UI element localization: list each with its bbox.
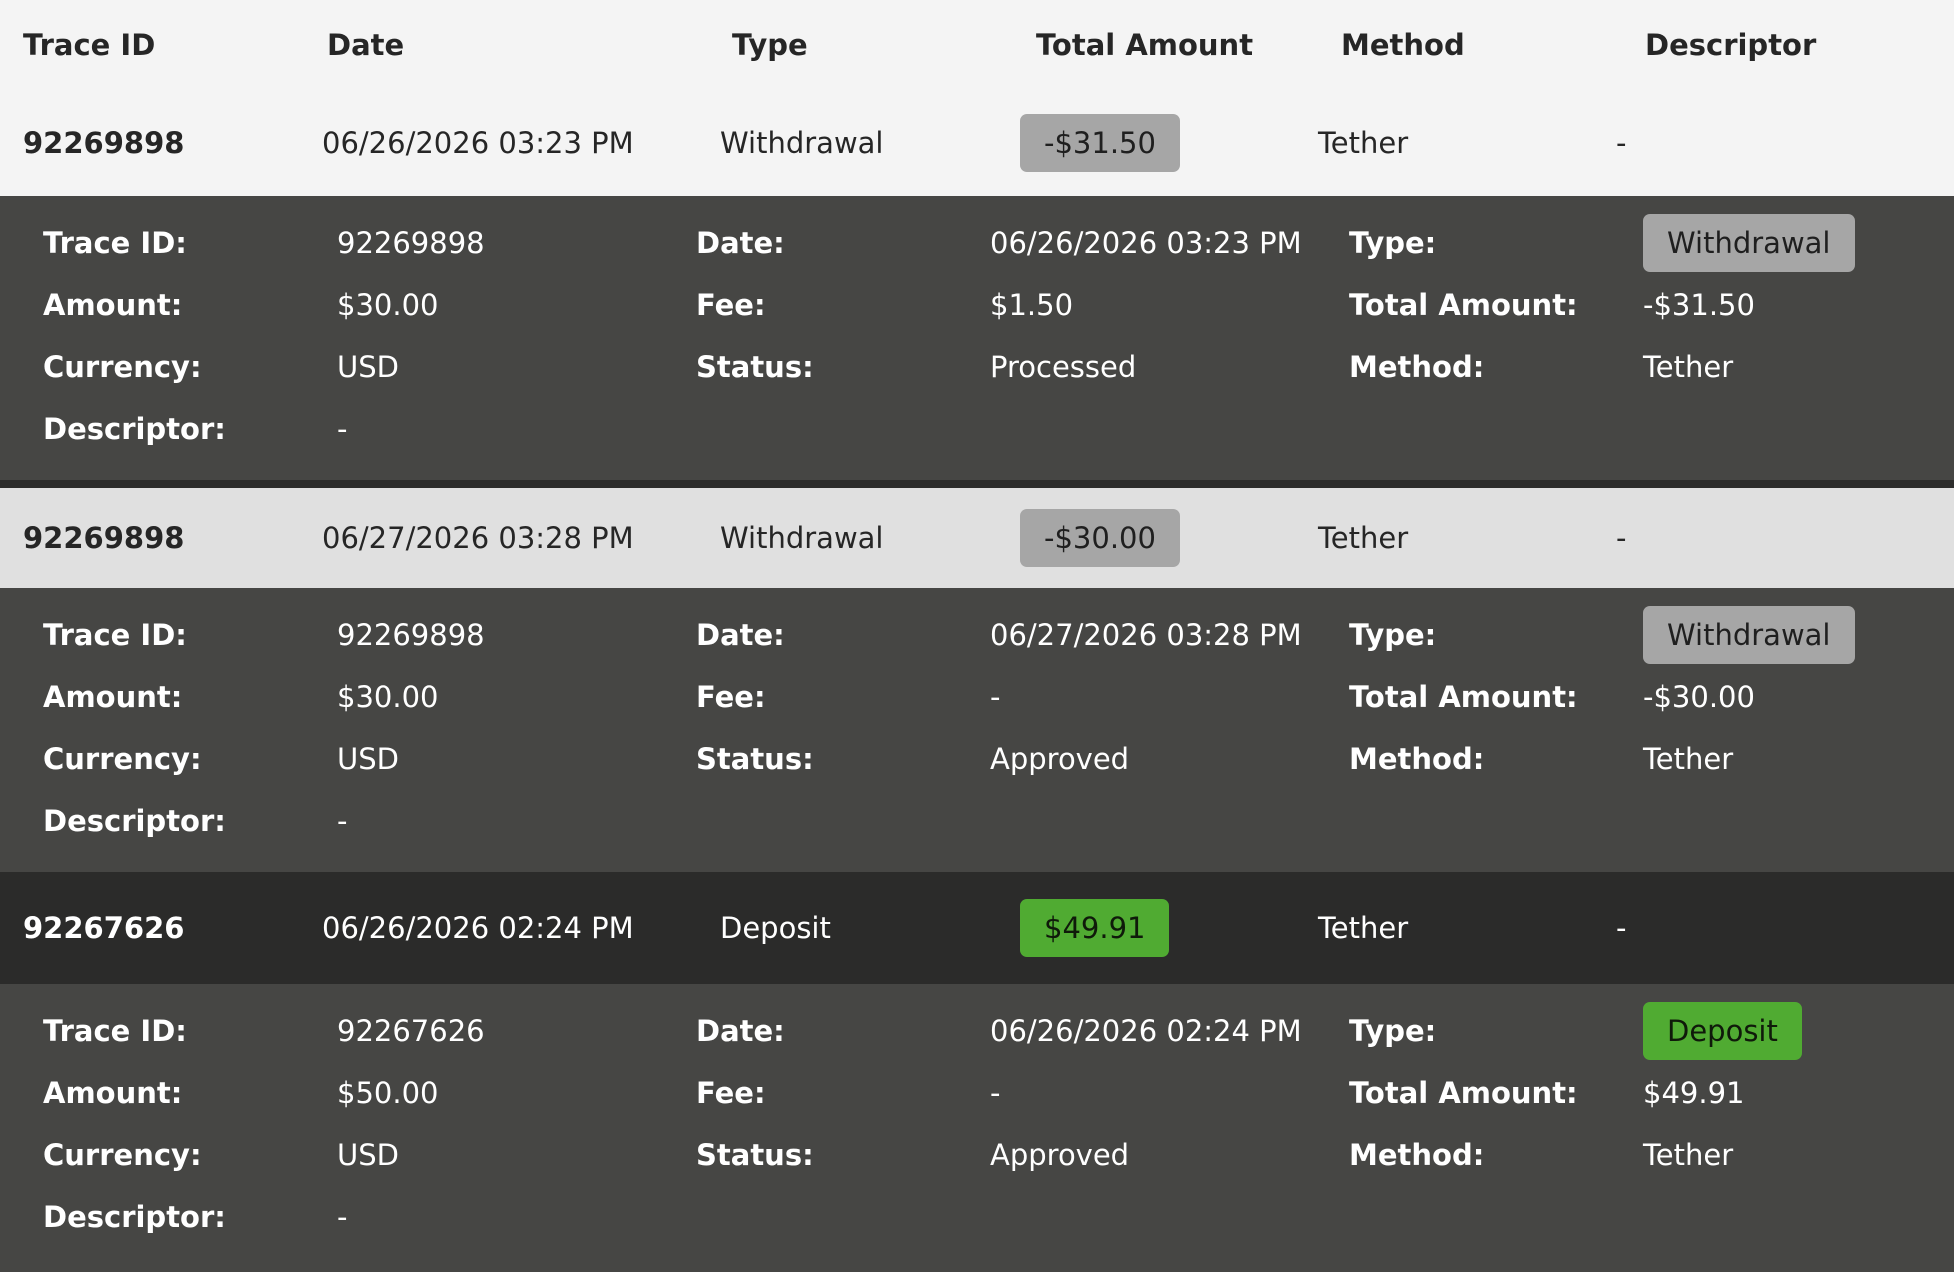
type-badge: Withdrawal — [1643, 606, 1855, 664]
detail-trace-id: 92267626 — [337, 1014, 485, 1048]
detail-label-currency: Currency: — [43, 1138, 202, 1172]
detail-label-status: Status: — [696, 1138, 814, 1172]
detail-label-total-amount: Total Amount: — [1349, 288, 1578, 322]
detail-amount: $30.00 — [337, 288, 439, 322]
detail-total-amount: -$30.00 — [1643, 680, 1755, 714]
header-method[interactable]: Method — [1341, 0, 1465, 90]
detail-label-type: Type: — [1349, 1014, 1437, 1048]
row-method: Tether — [1318, 911, 1409, 945]
row-descriptor: - — [1616, 126, 1627, 160]
detail-label-currency: Currency: — [43, 350, 202, 384]
detail-amount: $30.00 — [337, 680, 439, 714]
row-divider — [0, 480, 1954, 488]
row-trace-id: 92269898 — [23, 126, 185, 160]
detail-method: Tether — [1643, 350, 1734, 384]
row-date: 06/26/2026 02:24 PM — [322, 911, 634, 945]
type-badge: Deposit — [1643, 1002, 1802, 1060]
type-badge: Withdrawal — [1643, 214, 1855, 272]
table-row[interactable]: 92269898 06/26/2026 03:23 PM Withdrawal … — [0, 90, 1954, 196]
header-date[interactable]: Date — [327, 0, 404, 90]
detail-currency: USD — [337, 1138, 399, 1172]
detail-label-amount: Amount: — [43, 1076, 183, 1110]
header-trace-id[interactable]: Trace ID — [23, 0, 155, 90]
transaction-details: Trace ID: 92267626 Date: 06/26/2026 02:2… — [0, 984, 1954, 1268]
detail-descriptor: - — [337, 412, 348, 446]
row-total-amount: -$30.00 — [1020, 488, 1180, 588]
amount-badge: $49.91 — [1020, 899, 1170, 957]
detail-currency: USD — [337, 742, 399, 776]
row-trace-id: 92269898 — [23, 521, 185, 555]
detail-method: Tether — [1643, 742, 1734, 776]
table-row[interactable]: 92269898 06/27/2026 03:28 PM Withdrawal … — [0, 488, 1954, 588]
detail-label-status: Status: — [696, 742, 814, 776]
detail-label-type: Type: — [1349, 226, 1437, 260]
detail-label-fee: Fee: — [696, 1076, 766, 1110]
detail-label-descriptor: Descriptor: — [43, 804, 226, 838]
detail-label-type: Type: — [1349, 618, 1437, 652]
amount-badge: -$30.00 — [1020, 509, 1180, 567]
detail-label-fee: Fee: — [696, 288, 766, 322]
detail-status: Processed — [990, 350, 1137, 384]
detail-label-status: Status: — [696, 350, 814, 384]
detail-label-date: Date: — [696, 226, 785, 260]
transactions-table: Trace ID Date Type Total Amount Method D… — [0, 0, 1954, 1268]
detail-label-method: Method: — [1349, 742, 1485, 776]
row-descriptor: - — [1616, 521, 1627, 555]
row-date: 06/27/2026 03:28 PM — [322, 521, 634, 555]
detail-label-date: Date: — [696, 618, 785, 652]
detail-status: Approved — [990, 1138, 1130, 1172]
detail-label-amount: Amount: — [43, 288, 183, 322]
detail-total-amount: $49.91 — [1643, 1076, 1745, 1110]
row-date: 06/26/2026 03:23 PM — [322, 126, 634, 160]
detail-date: 06/27/2026 03:28 PM — [990, 618, 1302, 652]
detail-label-amount: Amount: — [43, 680, 183, 714]
row-type: Withdrawal — [720, 126, 884, 160]
header-type[interactable]: Type — [732, 0, 808, 90]
detail-label-trace-id: Trace ID: — [43, 1014, 187, 1048]
detail-method: Tether — [1643, 1138, 1734, 1172]
table-header: Trace ID Date Type Total Amount Method D… — [0, 0, 1954, 90]
detail-type: Deposit — [1643, 1000, 1954, 1062]
row-descriptor: - — [1616, 911, 1627, 945]
detail-label-currency: Currency: — [43, 742, 202, 776]
header-descriptor[interactable]: Descriptor — [1645, 0, 1816, 90]
detail-label-total-amount: Total Amount: — [1349, 1076, 1578, 1110]
detail-fee: - — [990, 680, 1001, 714]
detail-descriptor: - — [337, 804, 348, 838]
row-total-amount: -$31.50 — [1020, 90, 1180, 196]
transaction-details: Trace ID: 92269898 Date: 06/26/2026 03:2… — [0, 196, 1954, 480]
detail-trace-id: 92269898 — [337, 226, 485, 260]
row-method: Tether — [1318, 521, 1409, 555]
row-total-amount: $49.91 — [1020, 872, 1170, 984]
detail-amount: $50.00 — [337, 1076, 439, 1110]
detail-label-date: Date: — [696, 1014, 785, 1048]
detail-trace-id: 92269898 — [337, 618, 485, 652]
row-type: Withdrawal — [720, 521, 884, 555]
detail-currency: USD — [337, 350, 399, 384]
detail-label-fee: Fee: — [696, 680, 766, 714]
row-method: Tether — [1318, 126, 1409, 160]
detail-label-trace-id: Trace ID: — [43, 618, 187, 652]
amount-badge: -$31.50 — [1020, 114, 1180, 172]
detail-label-method: Method: — [1349, 1138, 1485, 1172]
detail-total-amount: -$31.50 — [1643, 288, 1755, 322]
detail-fee: $1.50 — [990, 288, 1074, 322]
detail-status: Approved — [990, 742, 1130, 776]
detail-fee: - — [990, 1076, 1001, 1110]
transaction-details: Trace ID: 92269898 Date: 06/27/2026 03:2… — [0, 588, 1954, 872]
detail-label-descriptor: Descriptor: — [43, 1200, 226, 1234]
detail-label-method: Method: — [1349, 350, 1485, 384]
detail-label-descriptor: Descriptor: — [43, 412, 226, 446]
detail-label-trace-id: Trace ID: — [43, 226, 187, 260]
detail-type: Withdrawal — [1643, 604, 1954, 666]
row-type: Deposit — [720, 911, 831, 945]
detail-descriptor: - — [337, 1200, 348, 1234]
table-row[interactable]: 92267626 06/26/2026 02:24 PM Deposit $49… — [0, 872, 1954, 984]
row-trace-id: 92267626 — [23, 911, 185, 945]
detail-label-total-amount: Total Amount: — [1349, 680, 1578, 714]
detail-date: 06/26/2026 02:24 PM — [990, 1014, 1302, 1048]
detail-type: Withdrawal — [1643, 212, 1954, 274]
detail-date: 06/26/2026 03:23 PM — [990, 226, 1302, 260]
header-total-amount[interactable]: Total Amount — [1036, 0, 1253, 90]
